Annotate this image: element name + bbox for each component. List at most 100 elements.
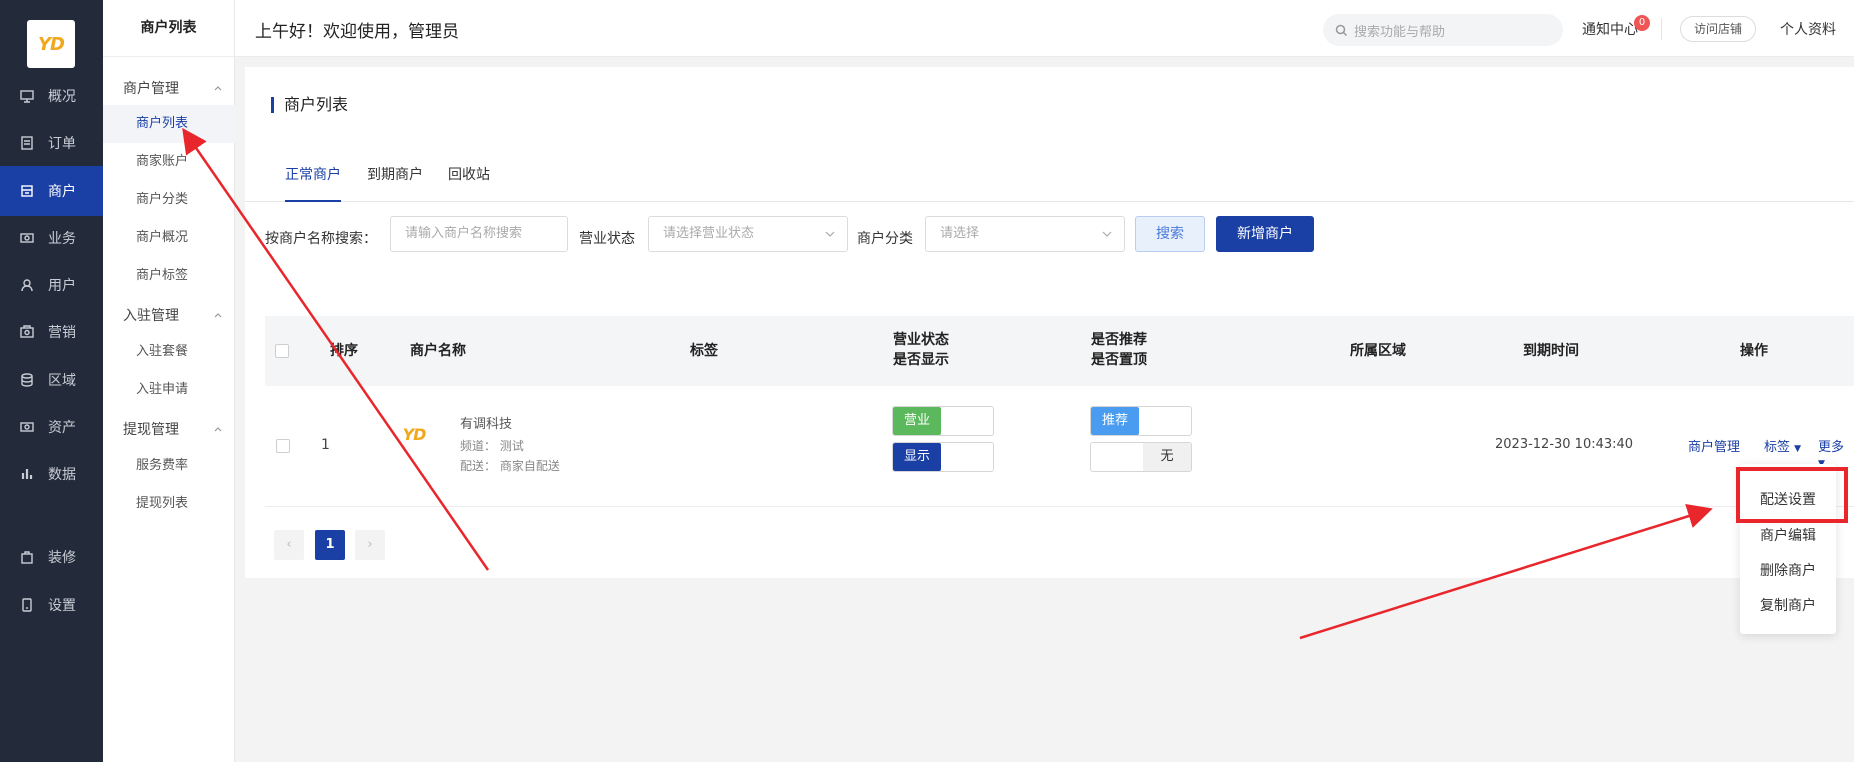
more-link-label: 更多 xyxy=(1818,440,1845,455)
tab-normal-merchants[interactable]: 正常商户 xyxy=(285,157,341,202)
header-divider xyxy=(1661,18,1662,40)
submenu-item-merchant-list[interactable]: 商户列表 xyxy=(103,105,235,143)
status-select[interactable]: 请选择营业状态 xyxy=(648,216,848,252)
dashboard-icon xyxy=(20,89,34,103)
notification-center-link[interactable]: 通知中心 xyxy=(1582,19,1638,39)
nav-item-settings[interactable]: 设置 xyxy=(0,580,103,630)
greeting-text: 上午好！欢迎使用，管理员 xyxy=(255,22,459,42)
category-select[interactable]: 请选择 xyxy=(925,216,1125,252)
tab-expired-merchants[interactable]: 到期商户 xyxy=(367,157,423,202)
nav-item-data[interactable]: 数据 xyxy=(0,449,103,499)
nav-item-label: 订单 xyxy=(48,136,76,152)
col-status: 营业状态 是否显示 xyxy=(893,330,949,370)
nav-item-overview[interactable]: 概况 xyxy=(0,71,103,121)
nav-item-decorate[interactable]: 装修 xyxy=(0,532,103,582)
col-status-line1: 营业状态 xyxy=(893,332,949,348)
menu-item-delete-merchant[interactable]: 删除商户 xyxy=(1740,560,1836,580)
display-toggle[interactable]: 显示 xyxy=(892,442,994,472)
nav-item-label: 资产 xyxy=(48,420,76,436)
pagination-next-button[interactable]: › xyxy=(355,530,385,560)
submenu-item-merchant-tags[interactable]: 商户标签 xyxy=(103,257,235,295)
submenu-group-onboarding[interactable]: 入驻管理 xyxy=(123,305,223,325)
submenu-item-onboarding-apply[interactable]: 入驻申请 xyxy=(103,371,235,409)
app-logo[interactable]: YD xyxy=(27,20,75,68)
business-icon xyxy=(20,231,34,245)
pagination-prev-button[interactable]: ‹ xyxy=(274,530,304,560)
recommend-toggle[interactable]: 推荐 xyxy=(1090,406,1192,436)
chevron-up-icon xyxy=(214,427,222,432)
merchant-delivery: 配送： 商家自配送 xyxy=(460,459,560,473)
data-chart-icon xyxy=(20,467,34,481)
col-status-line2: 是否显示 xyxy=(893,352,949,368)
search-placeholder: 搜索功能与帮助 xyxy=(1354,24,1446,40)
nav-item-label: 区域 xyxy=(48,373,76,389)
submenu-group-label: 提现管理 xyxy=(123,422,179,438)
nav-item-orders[interactable]: 订单 xyxy=(0,118,103,168)
col-recommend-line2: 是否置顶 xyxy=(1091,352,1147,368)
order-icon xyxy=(20,136,34,150)
nav-item-region[interactable]: 区域 xyxy=(0,355,103,405)
submenu-item-onboarding-package[interactable]: 入驻套餐 xyxy=(103,333,235,371)
category-select-placeholder: 请选择 xyxy=(940,226,980,241)
caret-down-icon: ▼ xyxy=(1794,444,1802,454)
user-icon xyxy=(20,278,34,292)
app-logo-text: YD xyxy=(38,33,65,55)
submenu-group-merchant-manage[interactable]: 商户管理 xyxy=(123,78,223,98)
status-filter-label: 营业状态 xyxy=(579,231,635,247)
nav-item-label: 用户 xyxy=(48,278,76,294)
nav-item-label: 概况 xyxy=(48,89,76,105)
merchant-name: 有调科技 xyxy=(460,417,513,432)
col-sort: 排序 xyxy=(330,343,358,359)
pagination-page-1[interactable]: 1 xyxy=(315,530,345,560)
submenu-item-merchant-overview[interactable]: 商户概况 xyxy=(103,219,235,257)
chevron-up-icon xyxy=(214,86,222,91)
tags-dropdown-link[interactable]: 标签 ▼ xyxy=(1764,436,1801,455)
profile-link[interactable]: 个人资料 xyxy=(1780,19,1836,39)
name-filter-label: 按商户名称搜索： xyxy=(265,231,377,247)
nav-item-merchant[interactable]: 商户 xyxy=(0,166,103,216)
table-header: 排序 商户名称 标签 营业状态 是否显示 是否推荐 是否置顶 所属区域 到期时间… xyxy=(265,316,1854,386)
merchant-channel: 频道： 测试 xyxy=(460,439,524,453)
nav-item-users[interactable]: 用户 xyxy=(0,260,103,310)
nav-item-label: 业务 xyxy=(48,231,76,247)
nav-item-assets[interactable]: 资产 xyxy=(0,402,103,452)
main-content-card: 商户列表 正常商户 到期商户 回收站 按商户名称搜索： 请输入商户名称搜索 营业… xyxy=(245,67,1854,578)
row-checkbox[interactable] xyxy=(276,439,290,453)
select-all-checkbox[interactable] xyxy=(275,344,289,358)
row-sort: 1 xyxy=(321,437,330,453)
submenu-item-merchant-account[interactable]: 商家账户 xyxy=(103,143,235,181)
col-recommend: 是否推荐 是否置顶 xyxy=(1091,330,1147,370)
nav-item-business[interactable]: 业务 xyxy=(0,213,103,263)
tags-link-label: 标签 xyxy=(1764,440,1791,455)
pin-top-toggle[interactable]: 无 xyxy=(1090,442,1192,472)
chevron-down-icon xyxy=(1102,231,1112,237)
toggle-on-label: 营业 xyxy=(893,407,941,435)
col-ops: 操作 xyxy=(1740,343,1768,359)
merchant-logo: YD xyxy=(390,410,438,458)
submenu-group-withdraw[interactable]: 提现管理 xyxy=(123,419,223,439)
business-status-toggle[interactable]: 营业 xyxy=(892,406,994,436)
visit-store-button[interactable]: 访问店铺 xyxy=(1680,16,1756,42)
merchant-manage-link[interactable]: 商户管理 xyxy=(1688,436,1740,455)
submenu-group-label: 入驻管理 xyxy=(123,308,179,324)
submenu-item-service-rate[interactable]: 服务费率 xyxy=(103,447,235,485)
toggle-off-label: 无 xyxy=(1143,443,1191,471)
submenu-title: 商户列表 xyxy=(103,0,234,57)
tab-recycle-bin[interactable]: 回收站 xyxy=(448,157,490,202)
search-input[interactable]: 搜索功能与帮助 xyxy=(1323,14,1563,46)
secondary-sidebar: 商户列表 商户管理 商户列表 商家账户 商户分类 商户概况 商户标签 入驻管理 … xyxy=(103,0,235,762)
add-merchant-button[interactable]: 新增商户 xyxy=(1216,216,1314,252)
menu-item-edit-merchant[interactable]: 商户编辑 xyxy=(1740,525,1836,545)
page-title: 商户列表 xyxy=(271,97,348,113)
submenu-item-withdraw-list[interactable]: 提现列表 xyxy=(103,485,235,523)
chevron-up-icon xyxy=(214,313,222,318)
menu-item-copy-merchant[interactable]: 复制商户 xyxy=(1740,595,1836,615)
nav-item-marketing[interactable]: 营销 xyxy=(0,307,103,357)
search-button[interactable]: 搜索 xyxy=(1135,216,1205,252)
merchant-name-input[interactable]: 请输入商户名称搜索 xyxy=(390,216,568,252)
submenu-item-merchant-category[interactable]: 商户分类 xyxy=(103,181,235,219)
toggle-on-label: 显示 xyxy=(893,443,941,471)
status-select-placeholder: 请选择营业状态 xyxy=(663,226,755,241)
top-header: 上午好！欢迎使用，管理员 搜索功能与帮助 通知中心 0 访问店铺 个人资料 xyxy=(235,0,1854,57)
tab-bar: 正常商户 到期商户 回收站 xyxy=(245,157,1854,202)
